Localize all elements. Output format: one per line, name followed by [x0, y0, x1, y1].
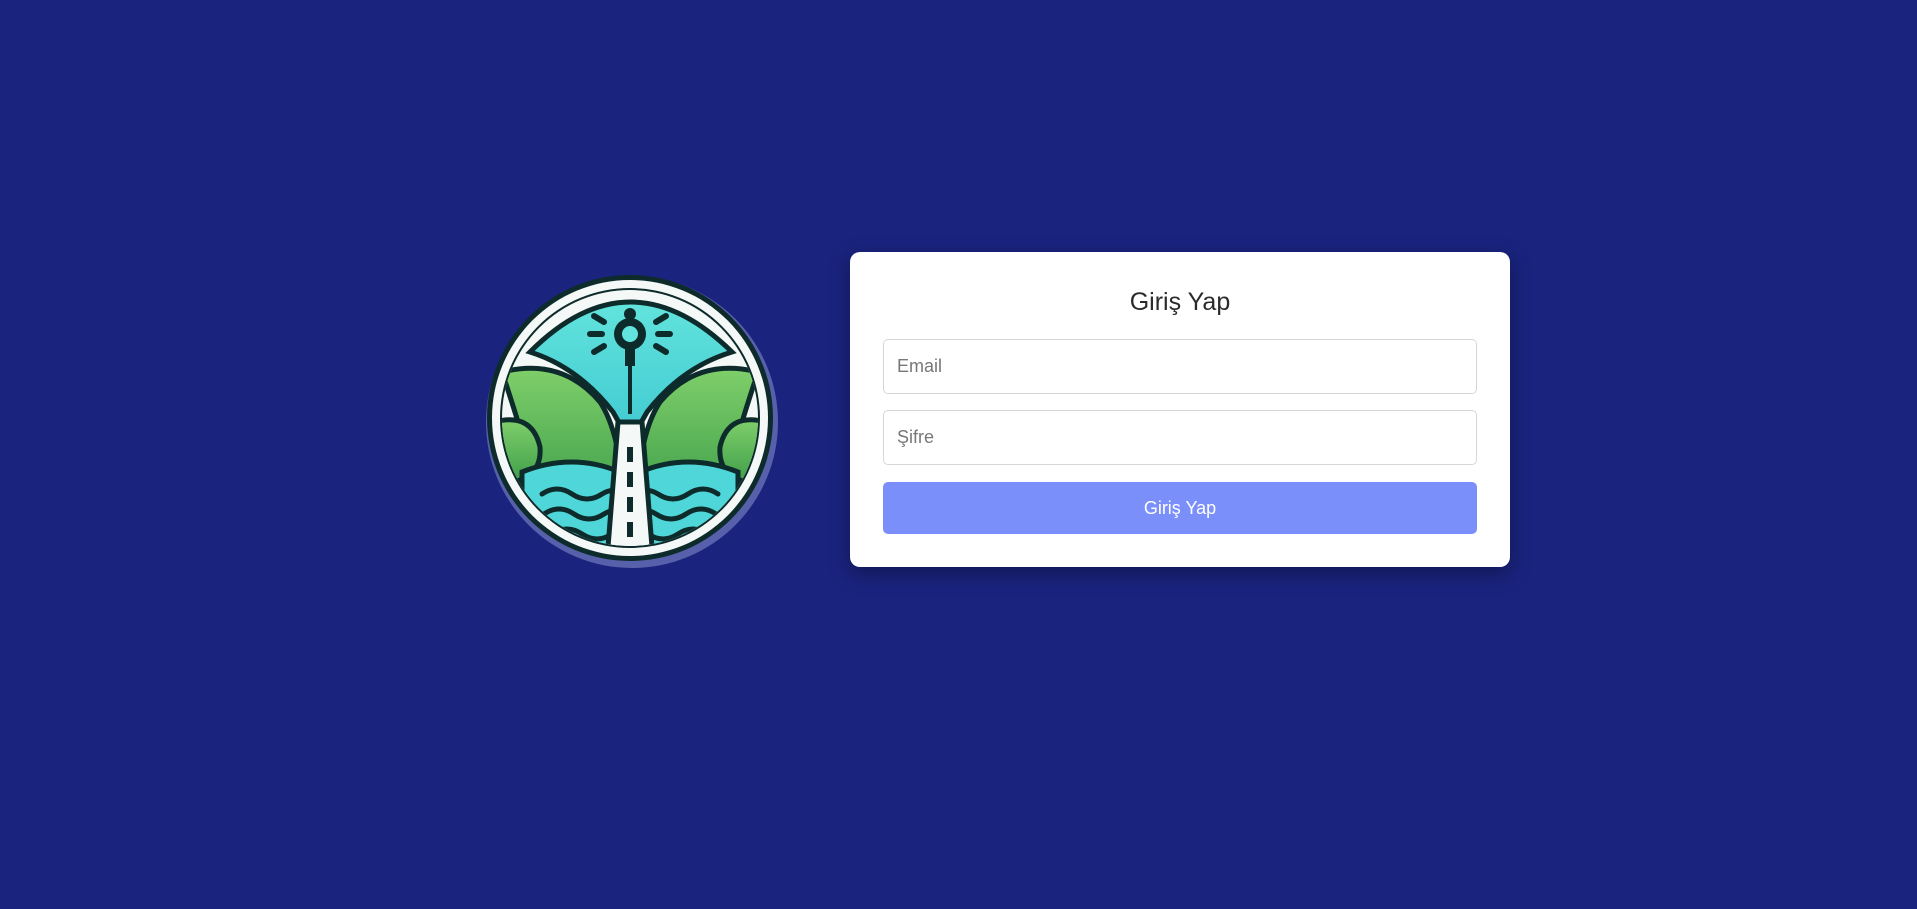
- login-title: Giriş Yap: [1129, 288, 1231, 316]
- road-landscape-logo-icon: [486, 275, 778, 568]
- logo: [482, 272, 782, 572]
- email-input[interactable]: [883, 339, 1477, 394]
- login-page: Giriş Yap Giriş Yap: [0, 0, 1917, 909]
- login-card: Giriş Yap Giriş Yap: [850, 252, 1510, 567]
- password-input[interactable]: [883, 410, 1477, 465]
- login-button[interactable]: Giriş Yap: [883, 482, 1477, 534]
